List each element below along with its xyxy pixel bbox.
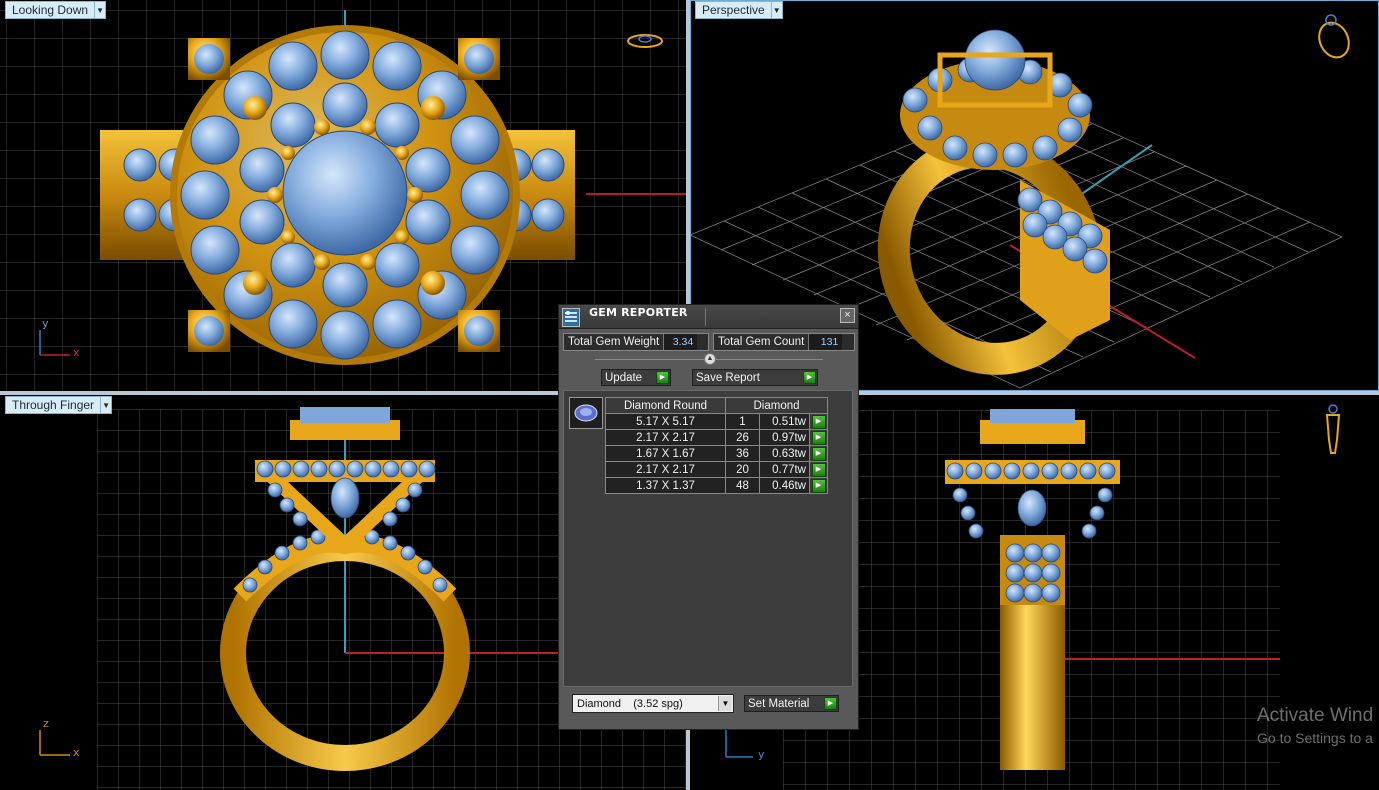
material-select[interactable]: Diamond (3.52 spg) ▼ <box>572 694 734 713</box>
gem-weight: 0.46tw <box>759 477 810 494</box>
dialog-title: GEM REPORTER <box>589 306 688 319</box>
gem-size: 2.17 X 2.17 <box>605 429 726 446</box>
gem-weight: 0.51tw <box>759 413 810 430</box>
play-arrow-icon: ▶ <box>811 430 826 445</box>
gem-weight: 0.77tw <box>759 461 810 478</box>
play-arrow-icon: ▶ <box>824 697 837 710</box>
total-gem-weight: Total Gem Weight 3.34 <box>563 333 709 351</box>
gem-size: 1.37 X 1.37 <box>605 477 726 494</box>
table-row[interactable]: 1.37 X 1.37 48 0.46tw ▶ <box>605 477 828 494</box>
gem-table: Diamond Round Diamond 5.17 X 5.17 1 0.51… <box>605 397 828 494</box>
table-row[interactable]: 2.17 X 2.17 26 0.97tw ▶ <box>605 429 828 446</box>
viewport-label-perspective[interactable]: Perspective ▼ <box>695 1 783 19</box>
chevron-down-icon[interactable]: ▼ <box>101 396 113 414</box>
axis-label-y: y <box>42 317 49 330</box>
set-material-button[interactable]: Set Material ▶ <box>744 695 839 712</box>
gem-size: 5.17 X 5.17 <box>605 413 726 430</box>
viewport-label-looking-down[interactable]: Looking Down ▼ <box>5 1 107 19</box>
axis-label-y: y <box>758 748 765 761</box>
chevron-down-icon[interactable]: ▼ <box>771 1 783 19</box>
chevron-down-icon[interactable]: ▼ <box>95 1 107 19</box>
play-arrow-icon: ▶ <box>811 462 826 477</box>
collapse-toggle-icon[interactable]: ▲ <box>704 353 716 365</box>
save-report-button[interactable]: Save Report ▶ <box>692 369 818 386</box>
title-separator <box>705 308 706 326</box>
gem-weight: 0.97tw <box>759 429 810 446</box>
material-select-value: Diamond (3.52 spg) <box>577 697 683 710</box>
viewport-label-text: Looking Down <box>5 1 96 19</box>
total-gem-weight-value: 3.34 <box>663 334 698 350</box>
diamond-round-thumbnail[interactable] <box>569 397 603 429</box>
gem-size: 2.17 X 2.17 <box>605 461 726 478</box>
header-shape: Diamond Round <box>605 397 726 414</box>
gem-count: 20 <box>725 461 760 478</box>
header-material: Diamond <box>725 397 828 414</box>
axis-label-x: x <box>73 746 80 759</box>
update-button[interactable]: Update ▶ <box>601 369 671 386</box>
close-button[interactable]: × <box>840 308 855 323</box>
update-button-label: Update <box>605 371 643 384</box>
dialog-titlebar[interactable]: GEM REPORTER × <box>559 305 858 329</box>
viewport-label-text: Through Finger <box>5 396 102 414</box>
table-row[interactable]: 5.17 X 5.17 1 0.51tw ▶ <box>605 413 828 430</box>
viewport-label-through-finger[interactable]: Through Finger ▼ <box>5 396 113 414</box>
row-select-button[interactable]: ▶ <box>809 477 828 494</box>
table-row[interactable]: 1.67 X 1.67 36 0.63tw ▶ <box>605 445 828 462</box>
total-gem-weight-label: Total Gem Weight <box>568 336 660 348</box>
activation-watermark-subtitle: Go to Settings to a <box>1257 730 1373 746</box>
chevron-down-icon[interactable]: ▼ <box>718 696 732 711</box>
gem-count: 26 <box>725 429 760 446</box>
gem-reporter-dialog[interactable]: GEM REPORTER × Total Gem Weight 3.34 Tot… <box>558 304 859 730</box>
set-material-button-label: Set Material <box>748 697 810 710</box>
row-select-button[interactable]: ▶ <box>809 413 828 430</box>
gem-size: 1.67 X 1.67 <box>605 445 726 462</box>
gem-table-header: Diamond Round Diamond <box>605 397 828 414</box>
play-arrow-icon: ▶ <box>803 371 816 384</box>
total-gem-count: Total Gem Count 131 <box>713 333 855 351</box>
gem-reporter-icon <box>562 308 580 327</box>
gem-list-panel: Diamond Round Diamond 5.17 X 5.17 1 0.51… <box>563 390 853 687</box>
play-arrow-icon: ▶ <box>811 446 826 461</box>
gem-count: 48 <box>725 477 760 494</box>
axis-label-z: z <box>43 717 49 730</box>
play-arrow-icon: ▶ <box>656 371 669 384</box>
axis-label-x: x <box>73 346 80 359</box>
gem-count: 36 <box>725 445 760 462</box>
total-gem-count-label: Total Gem Count <box>718 336 805 348</box>
total-gem-count-value: 131 <box>808 334 843 350</box>
play-arrow-icon: ▶ <box>811 414 826 429</box>
table-row[interactable]: 2.17 X 2.17 20 0.77tw ▶ <box>605 461 828 478</box>
gem-count: 1 <box>725 413 760 430</box>
play-arrow-icon: ▶ <box>811 478 826 493</box>
viewport-label-text: Perspective <box>695 1 772 19</box>
row-select-button[interactable]: ▶ <box>809 461 828 478</box>
save-report-button-label: Save Report <box>696 371 760 384</box>
gem-weight: 0.63tw <box>759 445 810 462</box>
row-select-button[interactable]: ▶ <box>809 429 828 446</box>
activation-watermark-title: Activate Wind <box>1257 705 1374 726</box>
row-select-button[interactable]: ▶ <box>809 445 828 462</box>
